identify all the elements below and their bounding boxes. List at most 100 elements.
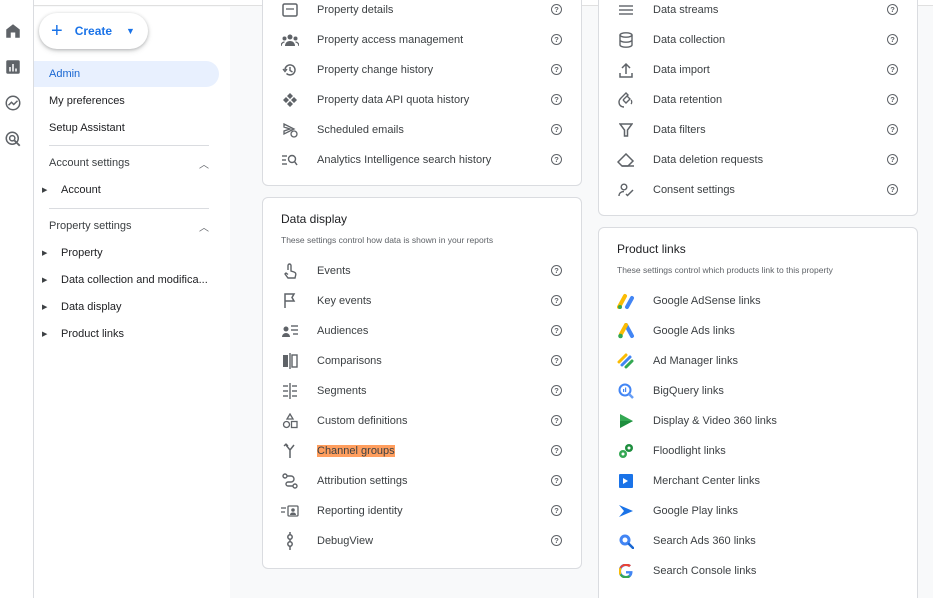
admin-nav: + Create ▼ Admin My preferences Setup As…	[34, 7, 230, 598]
row-google-play-links[interactable]: Google Play links	[617, 500, 738, 522]
help-icon[interactable]: ?	[551, 505, 562, 516]
help-icon[interactable]: ?	[887, 94, 898, 105]
help-icon[interactable]: ?	[551, 295, 562, 306]
help-icon[interactable]: ?	[551, 4, 562, 15]
explore-icon[interactable]	[4, 94, 22, 112]
row-api-quota-history[interactable]: Property data API quota history	[281, 89, 469, 111]
reports-icon[interactable]	[4, 58, 22, 76]
row-label: Data deletion requests	[653, 154, 764, 166]
help-icon[interactable]: ?	[887, 4, 898, 15]
row-google-ads-links[interactable]: Google Ads links	[617, 320, 735, 342]
help-icon[interactable]: ?	[887, 34, 898, 45]
row-data-deletion-requests[interactable]: Data deletion requests	[617, 149, 763, 171]
row-property-details[interactable]: Property details	[281, 0, 393, 21]
nav-data-collection[interactable]: ▶ Data collection and modifica...	[42, 270, 222, 290]
row-label: Google AdSense links	[653, 295, 761, 307]
help-icon[interactable]: ?	[551, 265, 562, 276]
help-icon[interactable]: ?	[551, 124, 562, 135]
row-channel-groups[interactable]: Channel groups	[281, 440, 395, 462]
row-label: Merchant Center links	[653, 475, 760, 487]
nav-divider	[49, 145, 209, 146]
nav-setup-assistant[interactable]: Setup Assistant	[34, 115, 219, 141]
row-label: Data import	[653, 64, 710, 76]
row-debugview[interactable]: DebugView	[281, 530, 373, 552]
flag-icon	[281, 292, 299, 310]
advertising-icon[interactable]	[4, 130, 22, 148]
row-search-console-links[interactable]: Search Console links	[617, 560, 756, 582]
help-icon[interactable]: ?	[887, 64, 898, 75]
touch-icon	[281, 262, 299, 280]
property-settings-label: Property settings	[49, 220, 132, 232]
help-icon[interactable]: ?	[551, 154, 562, 165]
row-label: Google Play links	[653, 505, 738, 517]
help-icon[interactable]: ?	[551, 535, 562, 546]
row-label: Data collection	[653, 34, 726, 46]
row-label: Attribution settings	[317, 475, 408, 487]
row-floodlight-links[interactable]: Floodlight links	[617, 440, 726, 462]
help-icon[interactable]: ?	[551, 445, 562, 456]
account-settings-header[interactable]: Account settings ︿	[49, 153, 209, 173]
row-attribution-settings[interactable]: Attribution settings	[281, 470, 408, 492]
row-label: Scheduled emails	[317, 124, 404, 136]
row-ad-manager-links[interactable]: Ad Manager links	[617, 350, 738, 372]
dv360-icon	[617, 412, 635, 430]
row-data-import[interactable]: Data import	[617, 59, 710, 81]
scheduled-email-icon	[281, 121, 299, 139]
nav-product-links[interactable]: ▶ Product links	[42, 324, 222, 344]
row-data-filters[interactable]: Data filters	[617, 119, 706, 141]
row-property-access[interactable]: Property access management	[281, 29, 463, 51]
row-reporting-identity[interactable]: Reporting identity	[281, 500, 403, 522]
row-comparisons[interactable]: Comparisons	[281, 350, 382, 372]
expand-arrow-icon: ▶	[42, 277, 48, 284]
adsense-icon	[617, 292, 635, 310]
row-events[interactable]: Events	[281, 260, 351, 282]
eraser-icon	[617, 151, 635, 169]
row-property-change-history[interactable]: Property change history	[281, 59, 433, 81]
chevron-up-icon: ︿	[199, 159, 209, 171]
row-merchant-center-links[interactable]: Merchant Center links	[617, 470, 760, 492]
property-settings-header[interactable]: Property settings ︿	[49, 216, 209, 236]
nav-product-links-label: Product links	[61, 328, 124, 340]
row-label: Search Console links	[653, 565, 757, 577]
nav-my-preferences[interactable]: My preferences	[34, 88, 219, 114]
row-adsense-links[interactable]: Google AdSense links	[617, 290, 761, 312]
help-icon[interactable]: ?	[551, 355, 562, 366]
nav-property[interactable]: ▶ Property	[42, 243, 222, 263]
nav-admin[interactable]: Admin	[34, 61, 219, 87]
row-custom-definitions[interactable]: Custom definitions	[281, 410, 408, 432]
product-links-card: Product links These settings control whi…	[598, 227, 918, 598]
help-icon[interactable]: ?	[551, 34, 562, 45]
row-intelligence-search-history[interactable]: Analytics Intelligence search history	[281, 149, 491, 171]
streams-icon	[617, 1, 635, 19]
row-dv360-links[interactable]: Display & Video 360 links	[617, 410, 777, 432]
row-key-events[interactable]: Key events	[281, 290, 371, 312]
audience-icon	[281, 322, 299, 340]
help-icon[interactable]: ?	[551, 94, 562, 105]
row-scheduled-emails[interactable]: Scheduled emails	[281, 119, 404, 141]
row-label: Property data API quota history	[317, 94, 470, 106]
help-icon[interactable]: ?	[887, 154, 898, 165]
nav-data-display[interactable]: ▶ Data display	[42, 297, 222, 317]
help-icon[interactable]: ?	[551, 325, 562, 336]
row-data-retention[interactable]: Data retention	[617, 89, 722, 111]
plus-icon: +	[51, 20, 63, 42]
help-icon[interactable]: ?	[887, 124, 898, 135]
row-consent-settings[interactable]: Consent settings	[617, 179, 735, 201]
row-segments[interactable]: Segments	[281, 380, 367, 402]
row-data-streams[interactable]: Data streams	[617, 0, 718, 21]
nav-account[interactable]: ▶ Account	[42, 180, 222, 200]
help-icon[interactable]: ?	[551, 475, 562, 486]
row-label: Ad Manager links	[653, 355, 738, 367]
help-icon[interactable]: ?	[887, 184, 898, 195]
help-icon[interactable]: ?	[551, 415, 562, 426]
row-bigquery-links[interactable]: BigQuery links	[617, 380, 724, 402]
help-icon[interactable]: ?	[551, 385, 562, 396]
caret-down-icon: ▼	[126, 26, 135, 36]
create-button[interactable]: + Create ▼	[39, 13, 148, 49]
expand-arrow-icon: ▶	[42, 304, 48, 311]
row-search-ads-360-links[interactable]: Search Ads 360 links	[617, 530, 756, 552]
help-icon[interactable]: ?	[551, 64, 562, 75]
home-icon[interactable]	[4, 22, 22, 40]
row-audiences[interactable]: Audiences	[281, 320, 368, 342]
row-data-collection[interactable]: Data collection	[617, 29, 725, 51]
